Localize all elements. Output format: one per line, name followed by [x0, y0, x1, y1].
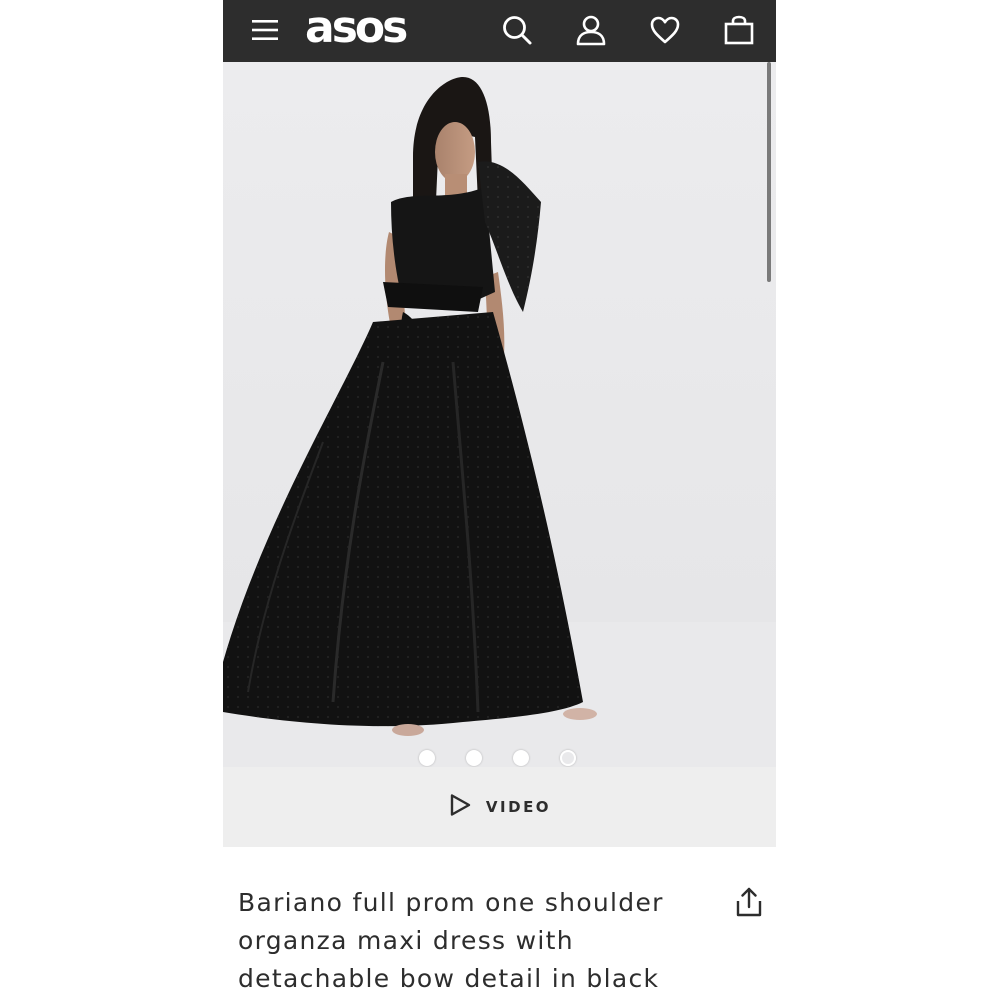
- video-button[interactable]: VIDEO: [223, 767, 776, 847]
- app-screen: asos VIDEO Bariano full prom one shoulde…: [223, 0, 776, 1000]
- scrollbar[interactable]: [767, 62, 771, 282]
- image-carousel-dots: [419, 750, 576, 766]
- menu-icon[interactable]: [245, 10, 285, 50]
- product-title: Bariano full prom one shoulder organza m…: [238, 888, 664, 993]
- account-icon[interactable]: [571, 10, 611, 50]
- top-nav-bar: asos: [223, 0, 776, 62]
- carousel-dot[interactable]: [513, 750, 529, 766]
- heart-icon[interactable]: [645, 10, 685, 50]
- brand-logo[interactable]: asos: [305, 2, 408, 54]
- product-image[interactable]: [223, 62, 776, 767]
- video-label: VIDEO: [485, 798, 552, 816]
- play-icon: [448, 793, 472, 821]
- search-icon[interactable]: [497, 10, 537, 50]
- carousel-dot[interactable]: [419, 750, 435, 766]
- share-icon[interactable]: [731, 884, 767, 920]
- carousel-dot-active[interactable]: [560, 750, 576, 766]
- bag-icon[interactable]: [719, 10, 759, 50]
- carousel-dot[interactable]: [466, 750, 482, 766]
